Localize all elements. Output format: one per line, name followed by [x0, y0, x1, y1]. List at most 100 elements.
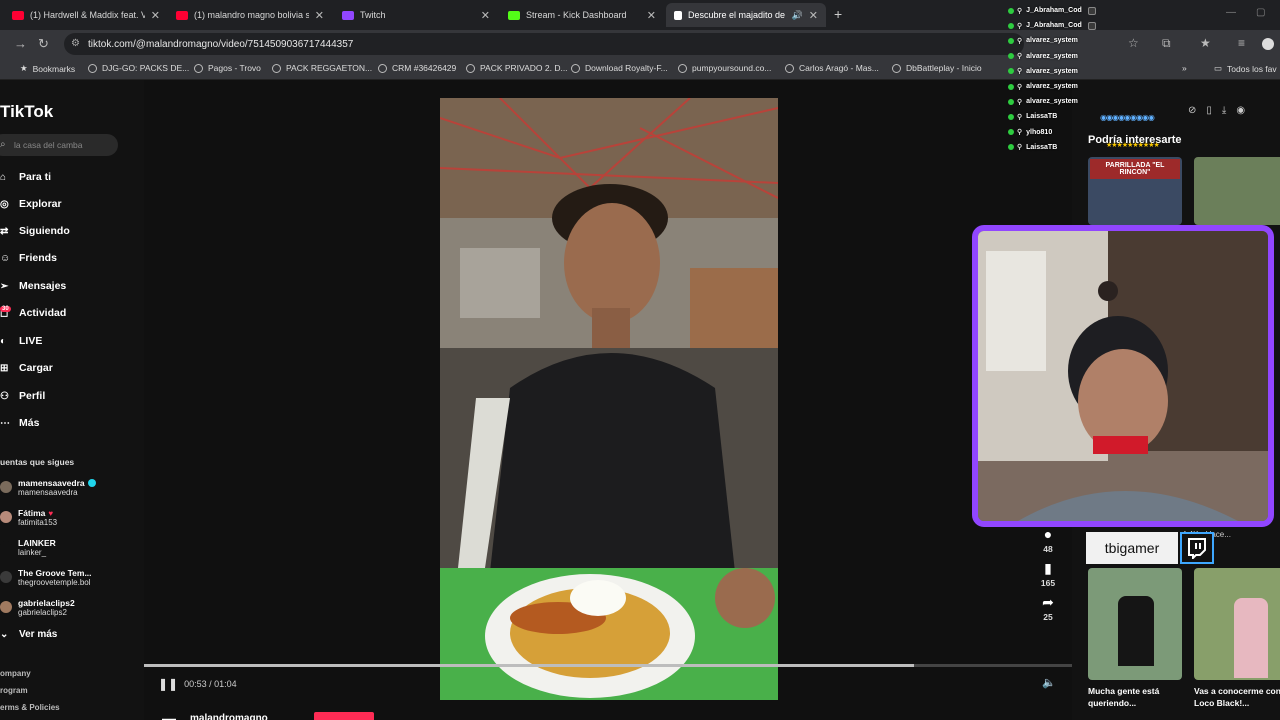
avatar [0, 571, 12, 583]
footer-link[interactable]: erms & Policies [0, 703, 60, 712]
star-icon[interactable]: ☆ [1128, 36, 1139, 50]
online-dot-icon [1008, 83, 1014, 90]
notification-badge: 30 [0, 305, 11, 312]
bookmark-icon: ▮ [1044, 560, 1052, 576]
forward-arrow-icon[interactable]: → [14, 36, 27, 51]
online-dot-icon [1008, 22, 1014, 29]
browser-tab[interactable]: (1) Hardwell & Maddix feat. Vi ✕ [4, 3, 168, 27]
video-progress-fill [144, 664, 915, 667]
nav-item-perfil[interactable]: ⚇ Perfil [0, 386, 140, 406]
bookmark-item[interactable]: CRM #36426429 [378, 63, 456, 73]
related-thumbnail[interactable] [1194, 157, 1280, 225]
upload-icon: ⊞ [0, 362, 9, 374]
viewer-entry: ⚲ alvarez_system [1008, 33, 1118, 48]
footer-link[interactable]: rogram [0, 686, 28, 695]
minimize-icon[interactable]: — [1226, 7, 1236, 18]
profile-avatar-icon[interactable] [1262, 38, 1274, 50]
folder-icon: ▭ [1214, 63, 1223, 73]
viewer-entry: ⚲ J_Abraham_Cod [1008, 18, 1118, 33]
nav-item-actividad[interactable]: ◻ 30 Actividad [0, 303, 140, 323]
bookmark-item[interactable]: ★ Bookmarks [20, 63, 75, 74]
close-tab-icon[interactable]: ✕ [315, 9, 324, 22]
following-account[interactable]: gabrielaclips2 gabrielaclips2 [0, 594, 140, 620]
related-caption[interactable]: Mucha gente está queriendo... [1088, 685, 1184, 709]
volume-icon[interactable]: 🔈 [1042, 676, 1056, 689]
bookmark-item[interactable]: pumpyoursound.co... [678, 63, 771, 73]
nav-item-siguiendo[interactable]: ⇄ Siguiendo [0, 221, 140, 241]
new-tab-button[interactable]: + [834, 6, 842, 22]
close-tab-icon[interactable]: ✕ [151, 9, 160, 22]
follow-button[interactable] [314, 712, 374, 720]
bookmark-item[interactable]: Download Royalty-F... [571, 63, 668, 73]
online-dot-icon [1008, 113, 1014, 120]
nav-item-friends[interactable]: ☺ Friends [0, 248, 140, 268]
comment-button[interactable]: ● 48 [1043, 526, 1052, 554]
heart-icon: ♥ [48, 508, 54, 518]
reload-icon[interactable]: ↻ [38, 36, 49, 52]
globe-icon [88, 63, 97, 73]
phone-icon[interactable]: ▯ [1206, 105, 1212, 116]
bookmark-button[interactable]: ▮ 165 [1041, 560, 1055, 588]
bookmark-item[interactable]: DJG-GO: PACKS DE... [88, 63, 189, 73]
nav-item-cargar[interactable]: ⊞ Cargar [0, 358, 140, 378]
footer-link[interactable]: ompany [0, 669, 31, 678]
nav-item-mensajes[interactable]: ➢ Mensajes [0, 276, 140, 296]
online-dot-icon [1008, 98, 1014, 105]
browser-tab[interactable]: (1) malandro magno bolivia sa ✕ [168, 3, 332, 27]
share-button[interactable]: ➦ 25 [1042, 594, 1054, 622]
related-caption[interactable]: Vas a conocerme con Loco Black!... [1194, 685, 1280, 709]
bookmarks-overflow-icon[interactable]: » [1182, 63, 1187, 73]
following-account[interactable]: Fátima ♥ fatimita153 [0, 504, 140, 530]
close-tab-icon[interactable]: ✕ [647, 9, 656, 22]
related-thumbnail[interactable] [1088, 568, 1182, 680]
nav-item-explorar[interactable]: ◎ Explorar [0, 194, 140, 214]
youtube-icon [12, 10, 24, 20]
message-icon: ➢ [0, 280, 9, 292]
tiktok-logo[interactable]: TikTok [0, 102, 53, 122]
user-icon: ⚲ [1017, 98, 1023, 106]
bookmark-item[interactable]: Pagos - Trovo [194, 63, 261, 73]
all-bookmarks-folder[interactable]: ▭ Todos los fav [1214, 63, 1277, 74]
bookmark-item[interactable]: Carlos Aragó - Mas... [785, 63, 879, 73]
compass-icon: ◎ [0, 198, 9, 210]
maximize-icon[interactable]: ▢ [1256, 7, 1265, 18]
related-thumbnail[interactable]: PARRILLADA "EL RINCON" [1088, 157, 1182, 225]
nav-item-para-ti[interactable]: ⌂ Para ti [0, 167, 140, 187]
menu-icon[interactable]: ≡ [1238, 36, 1245, 50]
following-account[interactable]: LAINKER lainker_ [0, 534, 140, 560]
close-tab-icon[interactable]: ✕ [809, 9, 818, 22]
see-more-link[interactable]: ⌄ Ver más [0, 624, 140, 644]
close-tab-icon[interactable]: ✕ [481, 9, 490, 22]
related-thumbnail[interactable] [1194, 568, 1280, 680]
download-icon[interactable]: ⤓ [1222, 105, 1226, 116]
lock-icon[interactable]: ⊘ [1188, 105, 1196, 116]
search-input[interactable]: ⌕ la casa del camba [0, 134, 118, 156]
video-author[interactable]: ▬ malandromagno [162, 710, 268, 720]
video-player[interactable] [440, 98, 778, 700]
video-progress-bar[interactable] [144, 664, 1072, 667]
bookmark-item[interactable]: PACK PRIVADO 2. D... [466, 63, 568, 73]
nav-item-live[interactable]: ◐ LIVE [0, 331, 140, 351]
nav-item-mas[interactable]: ⋯ Más [0, 413, 140, 433]
tiktok-sidebar: TikTok ⌕ la casa del camba ⌂ Para ti ◎ Exp… [0, 80, 144, 720]
viewer-entry: ⚲ LaissaTB [1008, 140, 1118, 155]
online-dot-icon [1008, 144, 1014, 151]
viewer-entry: ⚲ alvarez_system [1008, 79, 1118, 94]
bookmark-item[interactable]: PACK REGGAETON... [272, 63, 372, 73]
pause-icon[interactable]: ❚❚ [158, 677, 178, 691]
browser-tab[interactable]: Twitch ✕ [334, 3, 498, 27]
speaker-icon[interactable]: 🔊 [792, 10, 803, 21]
bookmark-item[interactable]: DbBattleplay - Inicio [892, 63, 982, 73]
online-dot-icon [1008, 37, 1014, 44]
browser-tab[interactable]: Stream - Kick Dashboard ✕ [500, 3, 664, 27]
site-info-icon[interactable]: ⚙ [71, 38, 80, 49]
url-field[interactable]: ⚙ tiktok.com/@malandromagno/video/751450… [64, 33, 1024, 55]
browser-tab-active[interactable]: Descubre el majadito de Sa 🔊 ✕ [666, 3, 826, 27]
following-account[interactable]: The Groove Tem... thegroovetemple.bol [0, 564, 140, 590]
user-avatar-icon[interactable]: ◉ [1236, 105, 1245, 116]
extensions-icon[interactable]: ⧉ [1162, 36, 1171, 51]
search-icon: ⌕ [0, 139, 6, 150]
following-account[interactable]: mamensaavedra mamensaavedra [0, 474, 140, 500]
online-dot-icon [1008, 7, 1014, 14]
bookmark-star-icon[interactable]: ★ [1200, 36, 1211, 50]
